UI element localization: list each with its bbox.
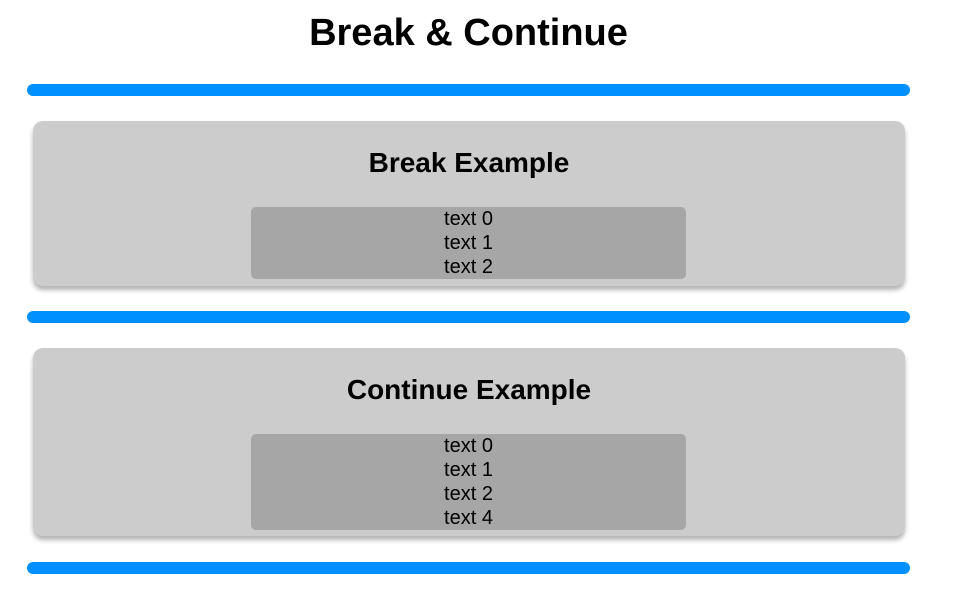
- continue-example-list: text 0 text 1 text 2 text 4: [251, 434, 686, 530]
- list-item: text 2: [444, 256, 493, 278]
- divider-top: [27, 84, 910, 96]
- divider-middle: [27, 311, 910, 323]
- list-item: text 1: [444, 459, 493, 481]
- list-item: text 2: [444, 483, 493, 505]
- divider-bottom: [27, 562, 910, 574]
- break-example-title: Break Example: [368, 147, 570, 178]
- list-item: text 4: [444, 507, 493, 529]
- page-title: Break & Continue: [309, 12, 628, 54]
- continue-example-card: Continue Example text 0 text 1 text 2 te…: [33, 348, 905, 536]
- list-item: text 0: [444, 435, 493, 457]
- list-item: text 1: [444, 232, 493, 254]
- break-example-list: text 0 text 1 text 2: [251, 207, 686, 279]
- continue-example-title: Continue Example: [346, 374, 592, 405]
- list-item: text 0: [444, 208, 493, 230]
- break-example-card: Break Example text 0 text 1 text 2: [33, 121, 905, 286]
